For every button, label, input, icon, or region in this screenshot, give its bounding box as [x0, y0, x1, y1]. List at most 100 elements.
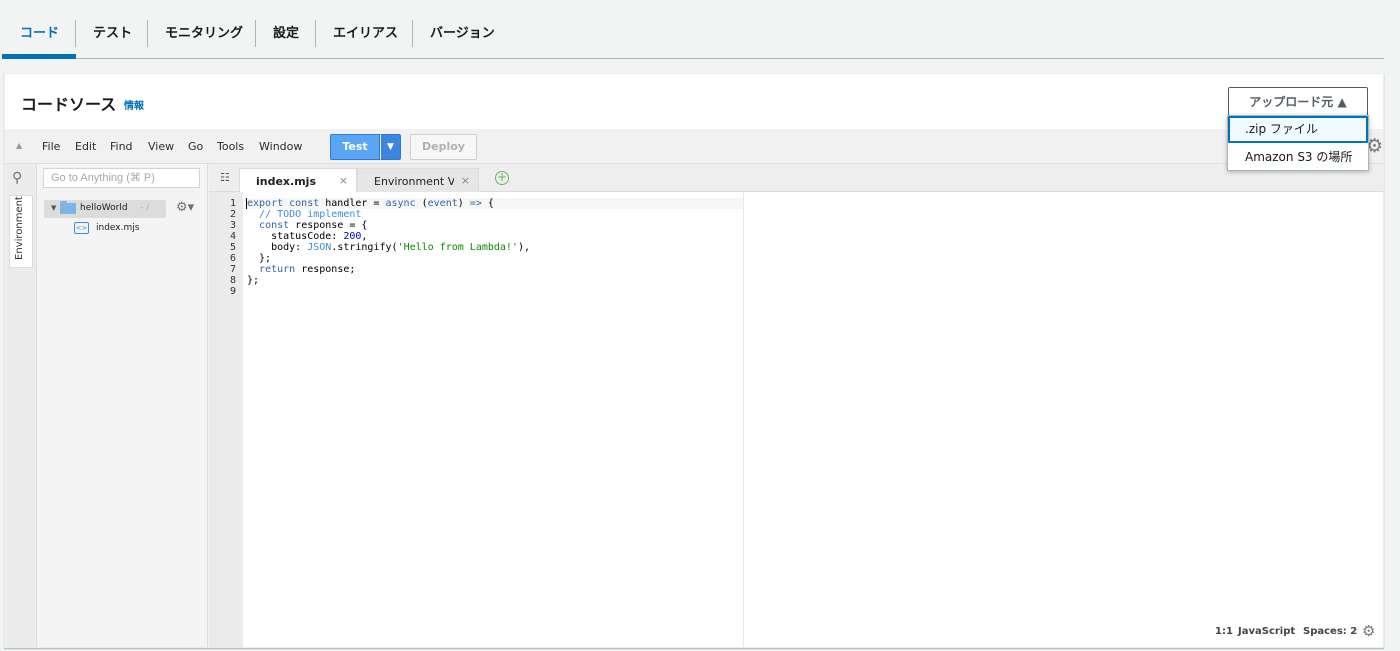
- info-link[interactable]: 情報: [124, 97, 144, 112]
- file-label: index.mjs: [96, 223, 140, 233]
- menu-item-zip-file[interactable]: .zip ファイル: [1228, 116, 1368, 143]
- line-number: 1: [229, 198, 236, 209]
- upload-from-button[interactable]: アップロード元 ▲: [1228, 87, 1368, 117]
- code-token: body:: [247, 242, 308, 253]
- deploy-button[interactable]: Deploy: [410, 134, 477, 160]
- editor-settings-gear-icon[interactable]: ⚙: [1362, 622, 1375, 640]
- code-editor[interactable]: export const handler = async (event) => …: [243, 192, 1383, 647]
- code-token: export const: [247, 198, 320, 209]
- function-tabs: コード テスト モニタリング 設定 エイリアス バージョン: [0, 0, 1400, 60]
- file-item-index-mjs[interactable]: <> index.mjs: [74, 221, 174, 237]
- code-token: ),: [517, 242, 531, 253]
- code-token: JSON: [307, 242, 332, 253]
- code-token: 'Hello from Lambda!': [397, 242, 518, 253]
- tab-settings[interactable]: 設定: [273, 25, 299, 43]
- code-token: response = {: [289, 220, 368, 231]
- folder-icon: [60, 201, 76, 214]
- editor-tab-label: Environment Variables: [374, 175, 454, 188]
- line-number: 7: [229, 264, 236, 275]
- line-number: 9: [229, 286, 236, 297]
- line-number: 3: [229, 220, 236, 231]
- code-line: export const handler = async (event) => …: [247, 198, 494, 209]
- code-token: 200: [343, 231, 362, 242]
- close-tab-icon[interactable]: ×: [339, 174, 348, 187]
- test-button[interactable]: Test: [330, 134, 380, 160]
- menu-find[interactable]: Find: [110, 140, 133, 153]
- code-token: statusCode:: [247, 231, 344, 242]
- close-tab-icon[interactable]: ×: [461, 174, 470, 187]
- menu-file[interactable]: File: [42, 140, 60, 153]
- indent-setting[interactable]: Spaces: 2: [1303, 626, 1357, 637]
- code-token: ): [457, 198, 470, 209]
- line-number: 4: [229, 231, 236, 242]
- editor-tab-index-mjs[interactable]: index.mjs ×: [239, 168, 357, 192]
- text-cursor: [246, 198, 247, 209]
- print-margin: [743, 192, 744, 647]
- upload-menu: .zip ファイル Amazon S3 の場所: [1227, 115, 1369, 171]
- ide-menubar: ▲ File Edit Find View Go Tools Window Te…: [5, 129, 1383, 164]
- tab-list-icon[interactable]: ☷: [220, 171, 230, 184]
- root-folder-path: - /: [140, 203, 150, 213]
- code-token: // TODO implement: [259, 209, 362, 220]
- menu-go[interactable]: Go: [188, 140, 203, 153]
- code-line: return response;: [247, 264, 355, 275]
- menu-window[interactable]: Window: [259, 140, 302, 153]
- tab-divider: [412, 20, 413, 47]
- menu-tools[interactable]: Tools: [217, 140, 244, 153]
- tab-aliases[interactable]: エイリアス: [333, 25, 398, 43]
- code-line: body: JSON.stringify('Hello from Lambda!…: [247, 242, 530, 253]
- code-line: statusCode: 200,: [247, 231, 367, 242]
- tab-divider: [147, 20, 148, 47]
- tabs-baseline: [4, 58, 1384, 59]
- menu-edit[interactable]: Edit: [75, 140, 96, 153]
- cloud9-editor: ▲ File Edit Find View Go Tools Window Te…: [5, 129, 1383, 647]
- line-number: 6: [229, 253, 236, 264]
- environment-tab[interactable]: Environment: [9, 195, 33, 268]
- tab-code[interactable]: コード: [20, 25, 59, 43]
- tab-versions[interactable]: バージョン: [430, 25, 495, 43]
- line-number-gutter: 123456789: [209, 192, 243, 647]
- code-token: response;: [295, 264, 356, 275]
- tree-settings-gear-icon[interactable]: ⚙▾: [176, 200, 194, 215]
- cursor-position[interactable]: 1:1: [1215, 626, 1233, 637]
- environment-tab-label: Environment: [14, 196, 25, 260]
- code-token: event: [427, 198, 458, 209]
- menu-item-s3-location[interactable]: Amazon S3 の場所: [1228, 144, 1368, 171]
- code-token: };: [247, 275, 260, 286]
- code-line: const response = {: [247, 220, 367, 231]
- code-token: ,: [361, 231, 368, 242]
- editor-tab-environment-variables[interactable]: Environment Variables ×: [357, 168, 479, 192]
- line-number: 8: [229, 275, 236, 286]
- menu-view[interactable]: View: [148, 140, 174, 153]
- editor-tab-bar: ☷ index.mjs × Environment Variables × +: [209, 164, 1383, 192]
- panel-title: コードソース: [21, 95, 117, 114]
- code-token: .stringify(: [331, 242, 398, 253]
- code-token: (: [415, 198, 428, 209]
- tab-divider: [315, 20, 316, 47]
- code-line: };: [247, 275, 259, 286]
- language-mode[interactable]: JavaScript: [1238, 626, 1295, 637]
- tab-divider: [255, 20, 256, 47]
- search-icon[interactable]: ⚲: [12, 170, 22, 186]
- code-token: const: [259, 220, 290, 231]
- line-number: 5: [229, 242, 236, 253]
- code-token: async: [385, 198, 416, 209]
- code-line: // TODO implement: [247, 209, 361, 220]
- left-rail: ⚲ Environment: [5, 164, 37, 647]
- code-token: };: [247, 253, 272, 264]
- code-token: handler =: [319, 198, 386, 209]
- expand-arrow-icon[interactable]: ▼: [51, 204, 56, 212]
- tab-test[interactable]: テスト: [93, 25, 132, 43]
- js-file-icon: <>: [74, 222, 89, 234]
- collapse-menubar-icon[interactable]: ▲: [16, 141, 22, 150]
- tab-monitoring[interactable]: モニタリング: [165, 25, 243, 43]
- tree-root-folder[interactable]: ▼ helloWorld - /: [44, 200, 166, 218]
- go-to-anything-input[interactable]: [43, 168, 200, 188]
- new-tab-plus-icon[interactable]: +: [495, 171, 509, 185]
- test-dropdown-caret-icon[interactable]: ▼: [380, 134, 401, 160]
- active-tab-indicator: [2, 54, 76, 59]
- code-source-panel: コードソース 情報 アップロード元 ▲ .zip ファイル Amazon S3 …: [4, 73, 1384, 648]
